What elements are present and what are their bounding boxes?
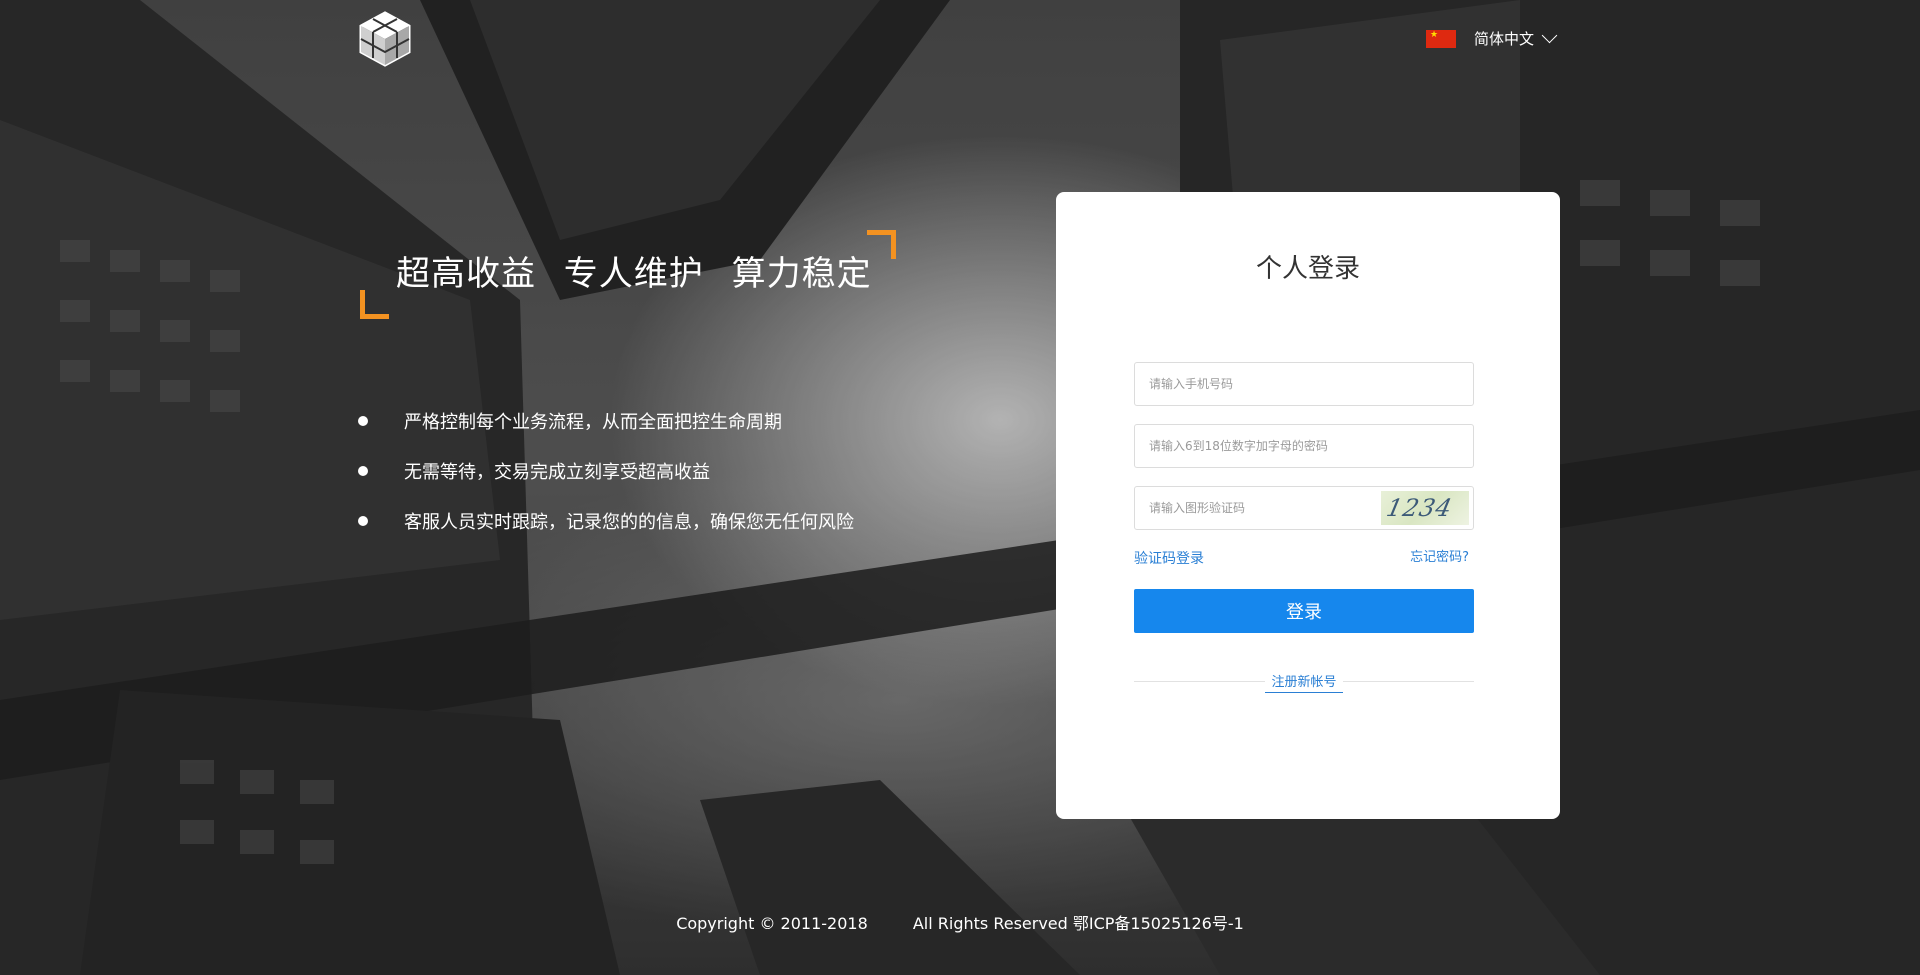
password-field <box>1134 424 1474 468</box>
rights-text: All Rights Reserved 鄂ICP备15025126号-1 <box>912 914 1244 933</box>
login-page: ★ 简体中文 超高收益 专人维护 算力稳定 严格控制每个业务流程，从而全面把控生… <box>0 0 1920 975</box>
bullet-icon <box>358 466 368 476</box>
feature-item: 严格控制每个业务流程，从而全面把控生命周期 <box>358 396 854 446</box>
register-link-wrap: 注册新帐号 <box>1056 671 1560 693</box>
login-button[interactable]: 登录 <box>1134 589 1474 633</box>
feature-item: 无需等待，交易完成立刻享受超高收益 <box>358 446 854 496</box>
login-title: 个人登录 <box>1255 254 1360 284</box>
feature-text: 无需等待，交易完成立刻享受超高收益 <box>404 462 710 483</box>
language-selector[interactable]: ★ 简体中文 <box>1426 27 1558 49</box>
bullet-icon <box>358 416 368 426</box>
forgot-password-link[interactable]: 忘记密码? <box>1410 546 1469 565</box>
bullet-icon <box>358 516 368 526</box>
sms-login-link[interactable]: 验证码登录 <box>1134 548 1204 568</box>
login-card: 个人登录 1234 验证码登录 忘记密码? 登录 注册新帐号 <box>1056 192 1560 819</box>
corner-bracket-bottom-left <box>360 290 389 319</box>
footer: Copyright © 2011-2018 All Rights Reserve… <box>0 910 1920 934</box>
feature-list: 严格控制每个业务流程，从而全面把控生命周期 无需等待，交易完成立刻享受超高收益 … <box>358 396 854 546</box>
captcha-field: 1234 <box>1134 486 1474 530</box>
password-input[interactable] <box>1135 425 1473 467</box>
captcha-image[interactable]: 1234 <box>1381 491 1469 525</box>
feature-text: 客服人员实时跟踪，记录您的的信息，确保您无任何风险 <box>404 512 854 533</box>
captcha-input[interactable] <box>1135 487 1375 529</box>
cube-logo-icon[interactable] <box>358 10 412 68</box>
feature-item: 客服人员实时跟踪，记录您的的信息，确保您无任何风险 <box>358 496 854 546</box>
hero-title: 超高收益 专人维护 算力稳定 <box>396 254 872 294</box>
register-link[interactable]: 注册新帐号 <box>1265 671 1343 693</box>
captcha-image-text: 1234 <box>1384 494 1456 522</box>
feature-text: 严格控制每个业务流程，从而全面把控生命周期 <box>404 412 782 433</box>
background-overlay <box>0 0 1920 975</box>
phone-input[interactable] <box>1135 363 1473 405</box>
copyright-text: Copyright © 2011-2018 <box>676 914 868 933</box>
chevron-down-icon <box>1541 27 1558 44</box>
language-label: 简体中文 <box>1474 30 1535 48</box>
china-flag-icon: ★ <box>1426 29 1456 48</box>
phone-field <box>1134 362 1474 406</box>
